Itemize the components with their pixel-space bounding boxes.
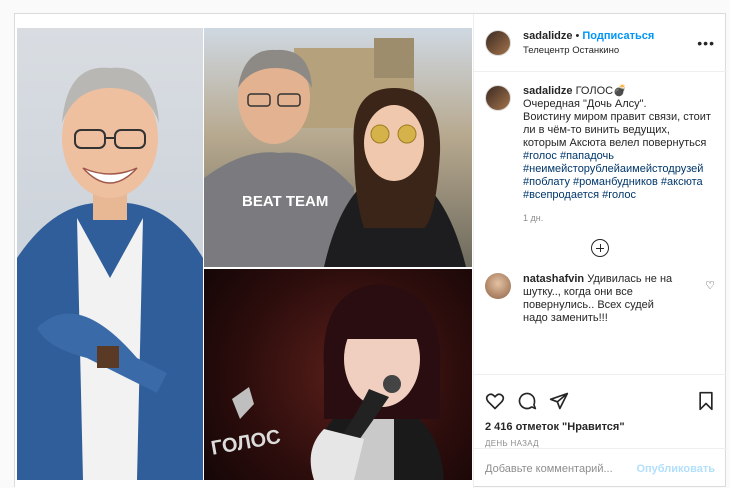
add-comment-bar: Опубликовать (474, 448, 727, 488)
avatar[interactable] (485, 273, 511, 299)
like-icon[interactable] (485, 391, 505, 411)
comment-icon[interactable] (517, 391, 537, 411)
post-timestamp: ДЕНЬ НАЗАД (485, 439, 539, 448)
show-logo-text: ГОЛОС (209, 426, 282, 460)
share-icon[interactable] (549, 391, 569, 411)
comment-input[interactable] (485, 462, 637, 475)
location-link[interactable]: Телецентр Останкино (523, 45, 697, 56)
post-card: BEAT TEAM ГОЛОС sadalidze • Подписаться … (14, 13, 727, 488)
post-sidebar: sadalidze • Подписаться Телецентр Останкин… (473, 14, 727, 488)
caption-age: 1 дн. (523, 213, 544, 223)
photo-host-portrait (17, 28, 203, 480)
post-actions: 2 416 отметок "Нравится" ДЕНЬ НАЗАД (474, 374, 727, 448)
load-more-icon[interactable] (591, 239, 609, 257)
caption-text: Очередная "Дочь Алсу". Воистину миром пр… (523, 98, 711, 149)
likes-count[interactable]: 2 416 отметок "Нравится" (485, 421, 715, 433)
caption-username[interactable]: sadalidze (523, 85, 573, 97)
avatar[interactable] (485, 29, 511, 56)
comment-item: natashafvin Удивилась не на шутку.., ког… (485, 273, 715, 325)
post-image-collage[interactable]: BEAT TEAM ГОЛОС (15, 14, 473, 488)
photo-selfie: BEAT TEAM (204, 28, 472, 267)
caption-title: ГОЛОС💣 (575, 85, 627, 97)
comment-like-icon[interactable]: ♡ (705, 279, 715, 325)
follow-button[interactable]: Подписаться (582, 30, 654, 42)
comment-username[interactable]: natashafvin (523, 273, 584, 285)
more-options-icon[interactable]: ••• (697, 35, 715, 51)
photo-stage: ГОЛОС (204, 269, 472, 480)
bookmark-icon[interactable] (697, 391, 715, 411)
caption: sadalidze ГОЛОС💣 Очередная "Дочь Алсу". … (485, 85, 715, 225)
comments-section: sadalidze ГОЛОС💣 Очередная "Дочь Алсу". … (474, 73, 727, 373)
post-header: sadalidze • Подписаться Телецентр Останкин… (474, 14, 727, 72)
tshirt-text: BEAT TEAM (242, 193, 328, 210)
caption-hashtags[interactable]: #голос #пападочь #неимейсторублейаимейст… (523, 150, 713, 202)
author-username[interactable]: sadalidze (523, 30, 573, 42)
avatar[interactable] (485, 85, 511, 111)
publish-button[interactable]: Опубликовать (636, 463, 715, 475)
